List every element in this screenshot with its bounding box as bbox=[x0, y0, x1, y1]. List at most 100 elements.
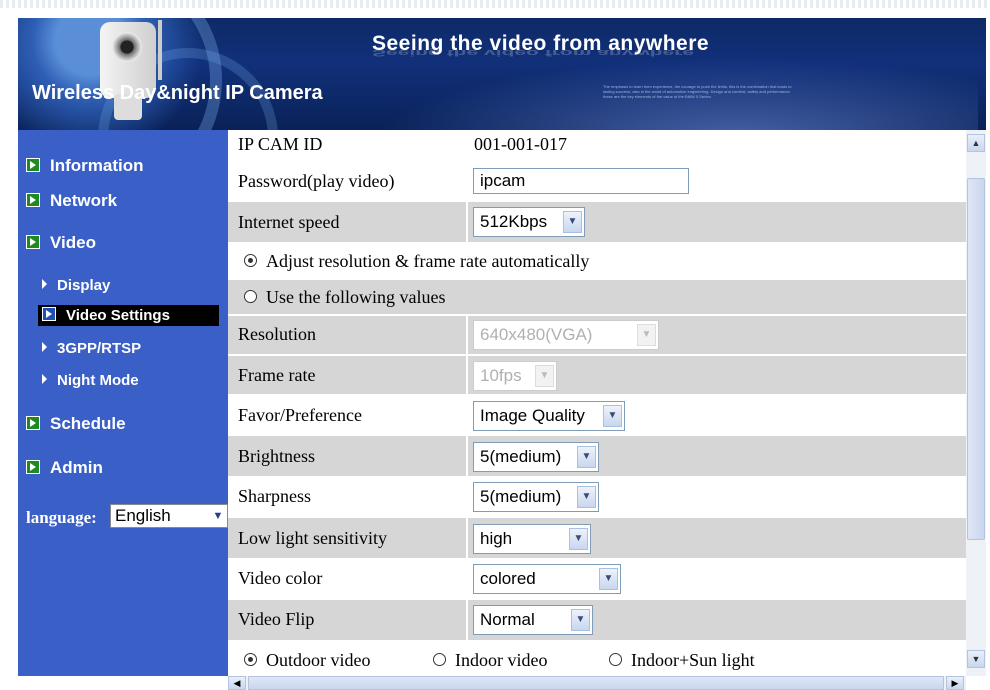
radio-unselected-icon[interactable] bbox=[244, 290, 257, 303]
low-light-label: Low light sensitivity bbox=[238, 528, 388, 548]
sidebar-item-schedule[interactable]: Schedule bbox=[26, 414, 126, 434]
arrow-bullet-icon bbox=[26, 193, 40, 207]
sharpness-select[interactable]: 5(medium) ▼ bbox=[473, 482, 599, 512]
sidebar-item-video[interactable]: Video bbox=[26, 233, 96, 253]
language-label: language: bbox=[26, 508, 97, 527]
indoor-video-label: Indoor video bbox=[455, 650, 548, 670]
chevron-down-icon[interactable]: ▼ bbox=[535, 365, 554, 387]
header-fine-print: The emphasis to learn from experience, t… bbox=[603, 84, 792, 99]
sidebar-item-label: Display bbox=[57, 277, 111, 294]
sidebar-item-video-settings[interactable]: Video Settings bbox=[38, 305, 219, 326]
page-frame: Seeing the video from anywhere Seeing th… bbox=[0, 0, 990, 690]
triangle-bullet-icon bbox=[42, 374, 47, 384]
resolution-select[interactable]: 640x480(VGA) ▼ bbox=[473, 320, 659, 350]
arrow-bullet-icon bbox=[26, 460, 40, 474]
indoor-sun-light-radio[interactable]: Indoor+Sun light bbox=[609, 650, 755, 671]
vertical-scrollbar[interactable]: ▲ ▼ bbox=[966, 130, 986, 676]
outdoor-video-radio[interactable]: Outdoor video bbox=[244, 650, 370, 671]
sharpness-label: Sharpness bbox=[238, 486, 311, 506]
language-value: English bbox=[115, 506, 171, 525]
internet-speed-select[interactable]: 512Kbps ▼ bbox=[473, 207, 585, 237]
sidebar: Information Network Video Display Video … bbox=[18, 130, 228, 676]
row-environment: Outdoor video Indoor video Indoor+Sun li… bbox=[228, 642, 966, 678]
manual-values-radio[interactable]: Use the following values bbox=[244, 287, 445, 308]
triangle-bullet-icon bbox=[42, 279, 47, 289]
frame-rate-select[interactable]: 10fps ▼ bbox=[473, 361, 557, 391]
outdoor-video-label: Outdoor video bbox=[266, 650, 371, 670]
radio-selected-icon[interactable] bbox=[244, 653, 257, 666]
row-internet-speed: Internet speed 512Kbps ▼ bbox=[228, 202, 966, 242]
sidebar-item-network[interactable]: Network bbox=[26, 191, 117, 211]
arrow-bullet-icon bbox=[26, 416, 40, 430]
chevron-down-icon[interactable]: ▼ bbox=[603, 405, 622, 427]
arrow-bullet-icon bbox=[26, 158, 40, 172]
video-flip-select[interactable]: Normal ▼ bbox=[473, 605, 593, 635]
top-border bbox=[0, 0, 990, 8]
brand-title: Wireless Day&night IP Camera bbox=[32, 82, 323, 104]
favor-label: Favor/Preference bbox=[238, 405, 362, 425]
chevron-down-icon[interactable]: ▼ bbox=[571, 609, 590, 631]
video-color-value: colored bbox=[480, 569, 536, 588]
row-ipcam-id: IP CAM ID 001-001-017 bbox=[228, 130, 966, 160]
favor-select[interactable]: Image Quality ▼ bbox=[473, 401, 625, 431]
brightness-select[interactable]: 5(medium) ▼ bbox=[473, 442, 599, 472]
row-brightness: Brightness 5(medium) ▼ bbox=[228, 436, 966, 476]
row-video-color: Video color colored ▼ bbox=[228, 560, 966, 598]
chevron-down-icon[interactable]: ▼ bbox=[563, 211, 582, 233]
horizontal-scroll-thumb[interactable] bbox=[248, 676, 944, 690]
sidebar-item-label: Video Settings bbox=[66, 307, 170, 324]
radio-unselected-icon[interactable] bbox=[433, 653, 446, 666]
indoor-video-radio[interactable]: Indoor video bbox=[433, 650, 547, 671]
arrow-bullet-icon bbox=[42, 307, 56, 321]
radio-unselected-icon[interactable] bbox=[609, 653, 622, 666]
camera-antenna bbox=[158, 20, 162, 80]
low-light-value: high bbox=[480, 529, 513, 548]
chevron-down-icon[interactable]: ▼ bbox=[577, 446, 596, 468]
frame-rate-label: Frame rate bbox=[238, 365, 316, 385]
auto-option-label: Adjust resolution & frame rate automatic… bbox=[266, 251, 590, 271]
column-divider bbox=[466, 436, 468, 476]
radio-selected-icon[interactable] bbox=[244, 254, 257, 267]
sidebar-item-information[interactable]: Information bbox=[26, 156, 144, 176]
sidebar-item-label: 3GPP/RTSP bbox=[57, 340, 142, 357]
horizontal-scrollbar[interactable]: ◀ ▶ bbox=[228, 676, 966, 690]
row-low-light: Low light sensitivity high ▼ bbox=[228, 518, 966, 558]
chevron-down-icon[interactable]: ▼ bbox=[637, 324, 656, 346]
row-video-flip: Video Flip Normal ▼ bbox=[228, 600, 966, 640]
ipcam-id-value: 001-001-017 bbox=[474, 134, 567, 154]
password-input[interactable]: ipcam bbox=[473, 168, 689, 194]
video-color-select[interactable]: colored ▼ bbox=[473, 564, 621, 594]
indoor-sun-light-label: Indoor+Sun light bbox=[631, 650, 755, 670]
sidebar-item-night-mode[interactable]: Night Mode bbox=[42, 372, 139, 389]
camera-lens bbox=[112, 32, 142, 62]
row-sharpness: Sharpness 5(medium) ▼ bbox=[228, 478, 966, 516]
column-divider bbox=[466, 518, 468, 558]
sidebar-item-label: Schedule bbox=[50, 414, 126, 433]
arrow-left-icon[interactable]: ◀ bbox=[228, 676, 246, 690]
video-flip-label: Video Flip bbox=[238, 609, 315, 629]
arrow-down-icon[interactable]: ▼ bbox=[967, 650, 985, 668]
chevron-down-icon[interactable]: ▼ bbox=[209, 505, 227, 527]
sharpness-value: 5(medium) bbox=[480, 487, 562, 506]
arrow-right-icon[interactable]: ▶ bbox=[946, 676, 964, 690]
language-select[interactable]: English ▼ bbox=[110, 504, 228, 528]
arrow-up-icon[interactable]: ▲ bbox=[967, 134, 985, 152]
arrow-bullet-icon bbox=[26, 235, 40, 249]
resolution-label: Resolution bbox=[238, 324, 317, 344]
sidebar-item-admin[interactable]: Admin bbox=[26, 458, 103, 478]
sidebar-item-3gpp-rtsp[interactable]: 3GPP/RTSP bbox=[42, 340, 141, 357]
column-divider bbox=[466, 202, 468, 242]
header-tagline-reflection: Seeing the video from anywhere bbox=[372, 47, 695, 58]
chevron-down-icon[interactable]: ▼ bbox=[599, 568, 618, 590]
auto-resolution-radio[interactable]: Adjust resolution & frame rate automatic… bbox=[244, 251, 589, 272]
sidebar-item-display[interactable]: Display bbox=[42, 277, 110, 294]
vertical-scroll-thumb[interactable] bbox=[967, 178, 985, 540]
column-divider bbox=[466, 600, 468, 640]
resolution-value: 640x480(VGA) bbox=[480, 325, 593, 344]
chevron-down-icon[interactable]: ▼ bbox=[569, 528, 588, 550]
low-light-select[interactable]: high ▼ bbox=[473, 524, 591, 554]
brightness-label: Brightness bbox=[238, 446, 316, 466]
chevron-down-icon[interactable]: ▼ bbox=[577, 486, 596, 508]
row-favor: Favor/Preference Image Quality ▼ bbox=[228, 396, 966, 434]
sidebar-item-label: Network bbox=[50, 191, 118, 210]
